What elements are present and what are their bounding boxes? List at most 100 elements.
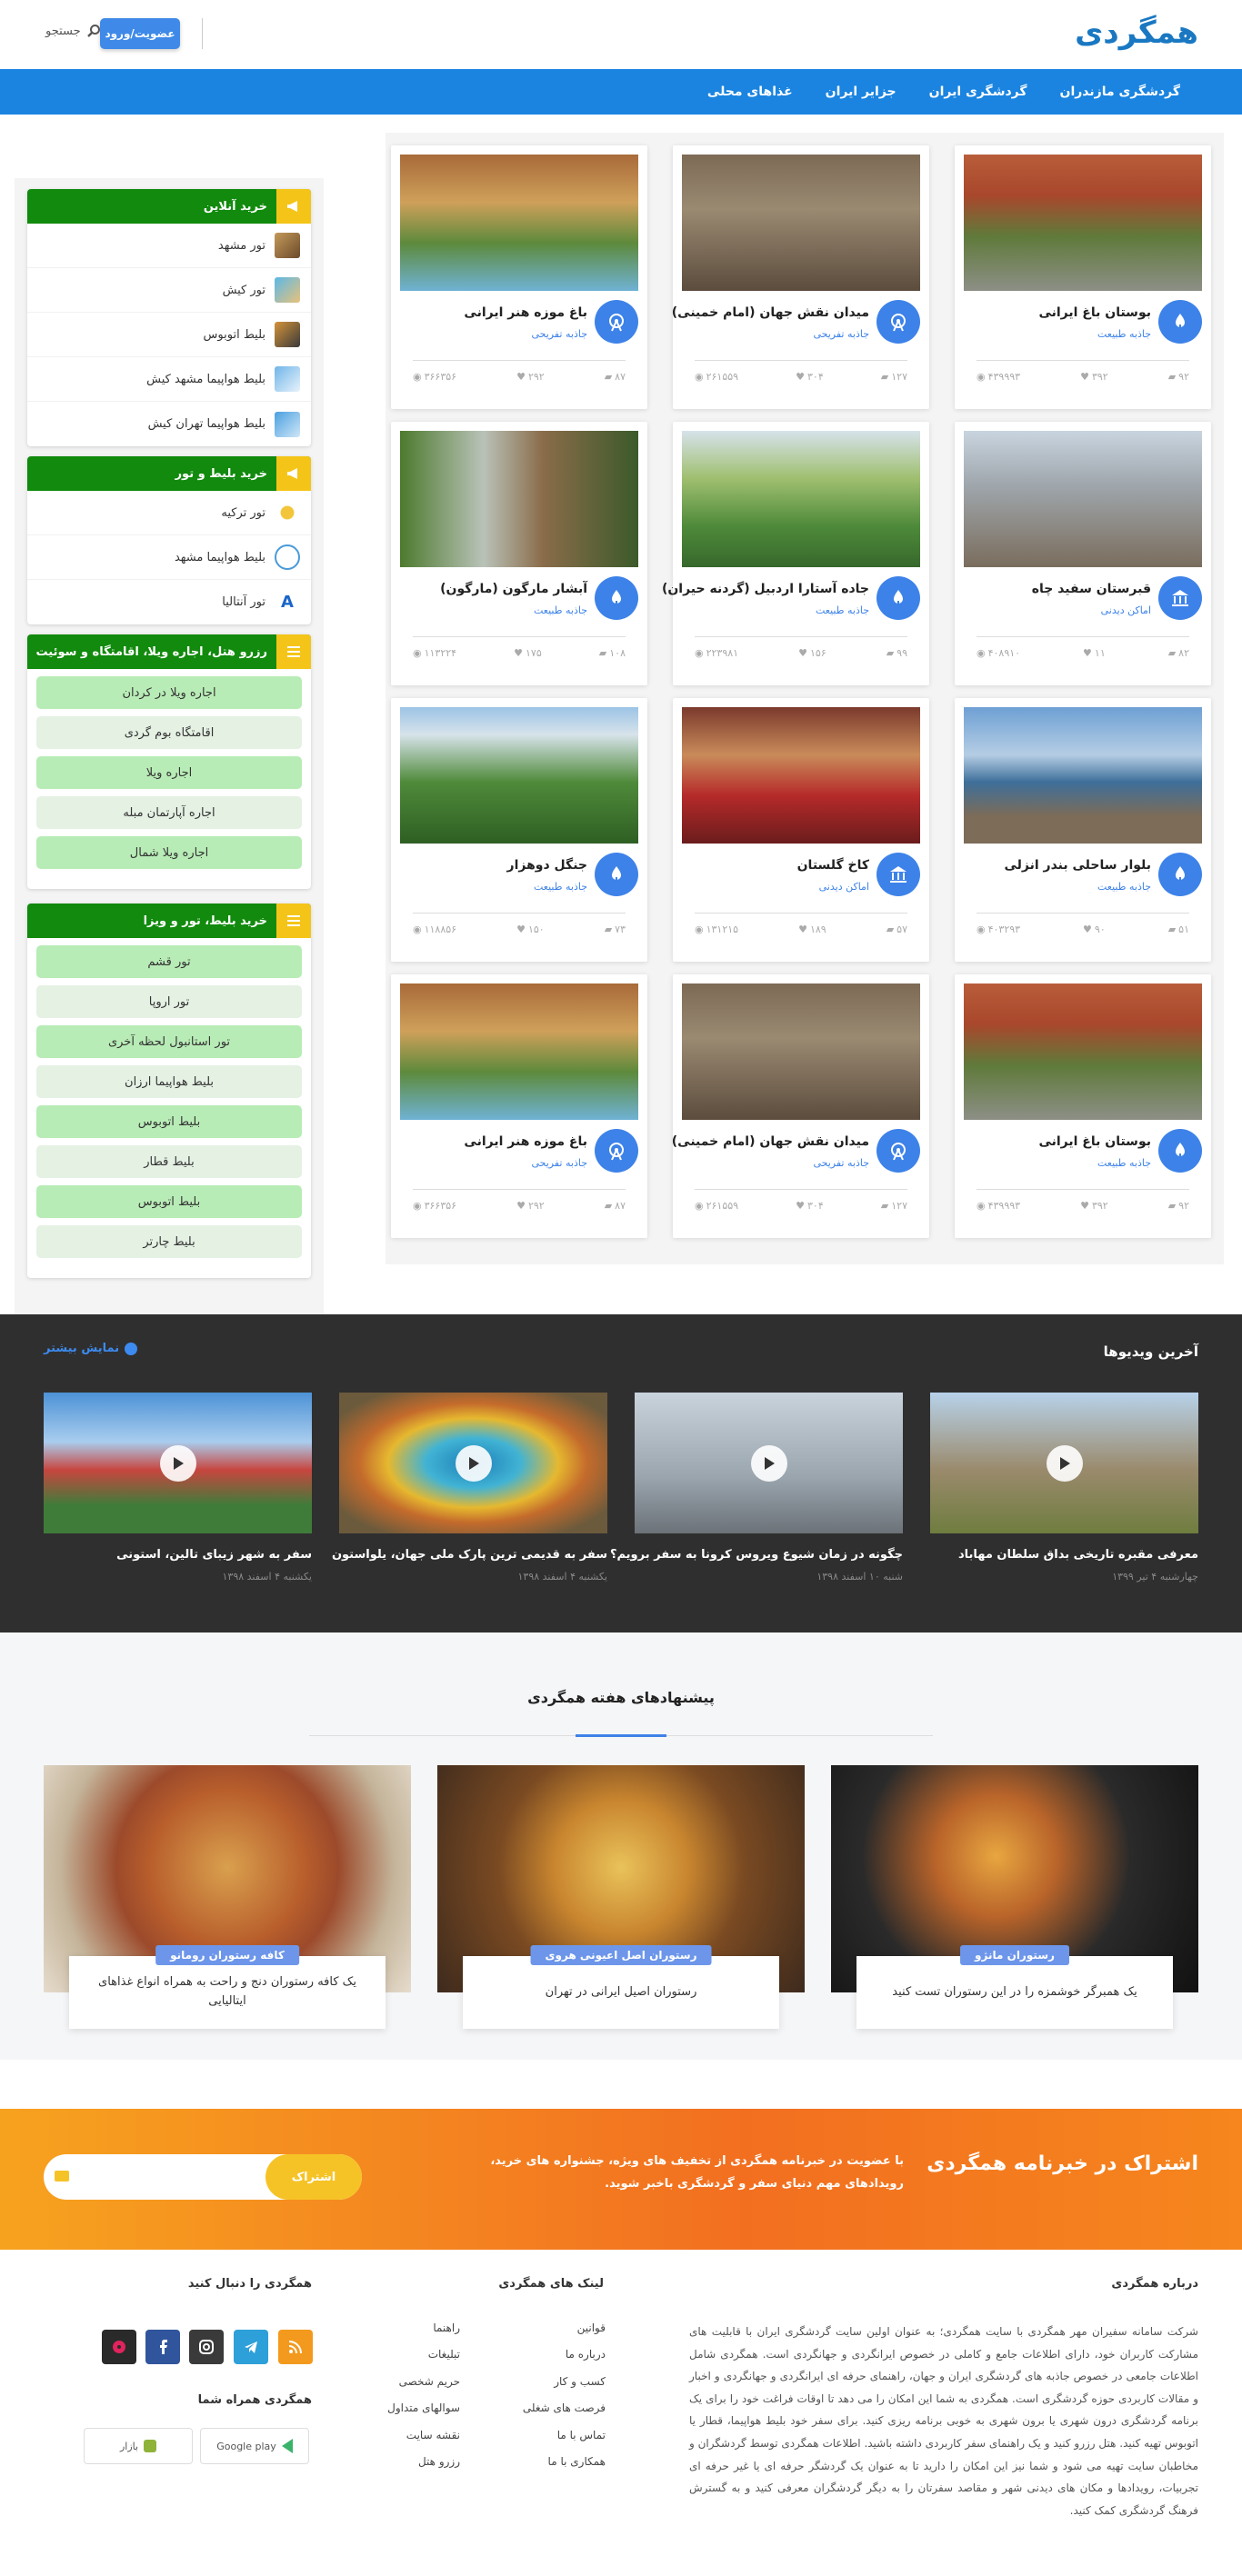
attraction-card[interactable]: بوستان باغ ایرانی جاذبه طبیعت ◉ ۴۳۹۹۹۳ ♥ ۳۹۲ ▰… [955, 145, 1211, 409]
attraction-category: جاذبه طبیعت [1097, 328, 1151, 340]
footer-link[interactable]: تماس با ما [523, 2422, 606, 2449]
footer-link[interactable]: کسب و کار [523, 2369, 606, 2395]
likes-stat[interactable]: ♥ ۱۸۹ [798, 924, 826, 935]
suggestion-card[interactable]: رستوران اصیل ایرانی در تهران رستوران اصل… [437, 1765, 805, 2029]
panel-link[interactable]: تور کیش [27, 268, 311, 313]
site-logo[interactable]: همگردی [1075, 15, 1200, 51]
attraction-card[interactable]: قبرستان سفید چاه اماکن دیدنی ◉ ۴۰۸۹۱۰ ♥ ۱۱ ▰ ۸۲ [955, 422, 1211, 685]
panel-link[interactable]: بلیط هواپیما مشهد کیش [27, 357, 311, 402]
likes-count: ۱۸۹ [809, 924, 826, 935]
footer-link[interactable]: نقشه سایت [387, 2422, 460, 2449]
likes-stat[interactable]: ♥ ۹۰ [1083, 924, 1106, 935]
attraction-card[interactable]: بلوار ساحلی بندر انزلی جاذبه طبیعت ◉ ۴۰۳۲۹۳… [955, 698, 1211, 962]
likes-stat[interactable]: ♥ ۱۵۶ [798, 647, 826, 659]
video-date: چهارشنبه ۴ تیر ۱۳۹۹ [1112, 1571, 1198, 1583]
views-count: ۴۳۹۹۹۳ [987, 1200, 1021, 1212]
likes-stat[interactable]: ♥ ۳۰۴ [796, 371, 824, 383]
attraction-category: جاذبه طبیعت [1097, 881, 1151, 893]
footer-link[interactable]: قوانین [523, 2315, 606, 2341]
views-stat: ◉ ۴۳۹۹۹۳ [977, 1200, 1020, 1212]
aparat-icon[interactable] [102, 2330, 136, 2364]
nav-item-islands[interactable]: جزایر ایران [809, 85, 913, 99]
nav-item-mazandaran[interactable]: گردشگری مازندران [1044, 85, 1197, 99]
panel-link[interactable]: A تور آنتالیا [27, 580, 311, 624]
likes-stat[interactable]: ♥ ۳۹۲ [1080, 371, 1108, 383]
footer-link[interactable]: فرصت های شغلی [523, 2395, 606, 2421]
play-icon[interactable] [750, 1444, 787, 1482]
likes-stat[interactable]: ♥ ۱۱ [1083, 647, 1106, 659]
attraction-card[interactable]: باغ موزه هنر ایرانی جاذبه تفریحی ◉ ۳۶۶۳۵۶ ♥ ۲… [391, 974, 647, 1238]
attraction-card[interactable]: میدان نقش جهان (امام خمینی) جاذبه تفریحی ◉… [672, 974, 929, 1238]
footer-link[interactable]: سوالهای متداول [387, 2395, 460, 2421]
panel-title: خرید بلیط، تور و ویزا [143, 914, 267, 928]
facebook-icon[interactable] [145, 2330, 180, 2364]
panel-button[interactable]: اجاره آپارتمان مبله [36, 796, 302, 829]
likes-stat[interactable]: ♥ ۳۰۴ [796, 1200, 824, 1212]
video-card[interactable]: چگونه در زمان شیوع ویروس کرونا به سفر بر… [610, 1393, 903, 1583]
nav-item-iran[interactable]: گردشگری ایران [913, 85, 1044, 99]
footer-link[interactable]: رزرو هتل [387, 2449, 460, 2475]
attraction-card[interactable]: آبشار مارگون (مارگون) جاذبه طبیعت ◉ ۱۱۳۲۲۴ ♥… [391, 422, 647, 685]
footer-link[interactable]: تبلیغات [387, 2341, 460, 2368]
panel-link[interactable]: تور ترکیه [27, 491, 311, 535]
play-icon[interactable] [1046, 1444, 1083, 1482]
bazaar-button[interactable]: بازار [84, 2428, 193, 2464]
likes-stat[interactable]: ♥ ۱۵۰ [516, 924, 545, 935]
card-divider [695, 1189, 907, 1190]
panel-link[interactable]: تور مشهد [27, 224, 311, 268]
google-play-button[interactable]: Google play [200, 2428, 309, 2464]
panel-button[interactable]: تور استانبول لحظه آخری [36, 1025, 302, 1058]
likes-stat[interactable]: ♥ ۲۹۲ [516, 1200, 545, 1212]
rss-icon[interactable] [278, 2330, 313, 2364]
panel-button[interactable]: اجاره ویلا در کردان [36, 676, 302, 709]
panel-link[interactable]: بلیط اتوبوس [27, 313, 311, 357]
panel-link[interactable]: بلیط هواپیما مشهد [27, 535, 311, 580]
panel-button[interactable]: بلیط اتوبوس [36, 1185, 302, 1218]
video-card[interactable]: معرفی مقبره تاریخی بداق سلطان مهاباد چها… [930, 1393, 1198, 1583]
attraction-card[interactable]: کاخ گلستان اماکن دیدنی ◉ ۱۳۱۲۱۵ ♥ ۱۸۹ ▰ ۵۷ [673, 698, 929, 962]
panel-button[interactable]: اجاره ویلا [36, 756, 302, 789]
instagram-icon[interactable] [189, 2330, 224, 2364]
attraction-card[interactable]: میدان نقش جهان (امام خمینی) جاذبه تفریحی ◉… [672, 145, 929, 409]
panel-button[interactable]: بلیط چارتر [36, 1225, 302, 1258]
footer-link[interactable]: درباره ما [523, 2341, 606, 2368]
eye-icon: ◉ [413, 647, 422, 659]
panel-button[interactable]: تور اروپا [36, 985, 302, 1018]
likes-stat[interactable]: ♥ ۱۷۵ [514, 647, 542, 659]
likes-stat[interactable]: ♥ ۳۹۲ [1080, 1200, 1108, 1212]
attraction-category: اماکن دیدنی [1100, 604, 1151, 616]
attraction-card[interactable]: جاده آستارا اردبیل (گردنه حیران) جاذبه طب… [662, 422, 929, 685]
login-button[interactable]: عضویت/ورود [100, 18, 180, 49]
panel-button[interactable]: بلیط اتوبوس [36, 1105, 302, 1138]
videos-title: آخرین ویدیوها [1103, 1343, 1198, 1360]
follow-title-text: همگردی را دنبال کنید [187, 2277, 312, 2291]
suggestion-card[interactable]: یک همبرگر خوشمزه را در این رستوران تست ک… [831, 1765, 1198, 2029]
play-icon[interactable] [159, 1444, 196, 1482]
search-link[interactable]: جستجو [45, 24, 101, 38]
attraction-title: جاده آستارا اردبیل (گردنه حیران) [661, 582, 869, 596]
comments-count: ۵۷ [896, 924, 907, 935]
likes-stat[interactable]: ♥ ۲۹۲ [516, 371, 545, 383]
panel-button[interactable]: تور قشم [36, 945, 302, 978]
panel-button[interactable]: اقامتگاه بوم گردی [36, 716, 302, 749]
panel-button[interactable]: بلیط قطار [36, 1145, 302, 1178]
panel-link[interactable]: بلیط هواپیما تهران کیش [27, 402, 311, 446]
panel-link-label: تور مشهد [217, 238, 265, 253]
footer-link[interactable]: حریم شخصی [387, 2369, 460, 2395]
attraction-card[interactable]: جنگل دوهزار جاذبه طبیعت ◉ ۱۱۸۸۵۶ ♥ ۱۵۰ ▰ ۷۳ [391, 698, 647, 962]
footer-link[interactable]: همکاری با ما [523, 2449, 606, 2475]
panel-button[interactable]: بلیط هواپیما ارزان [36, 1065, 302, 1098]
play-icon[interactable] [455, 1444, 492, 1482]
footer-link[interactable]: راهنما [387, 2315, 460, 2341]
attraction-card[interactable]: بوستان باغ ایرانی جاذبه طبیعت ◉ ۴۳۹۹۹۳ ♥ ۳۹۲ ▰… [955, 974, 1211, 1238]
videos-section: آخرین ویدیوها نمایش بیشتر معرفی مقبره تا… [0, 1314, 1242, 1632]
subscribe-button[interactable]: اشتراک [265, 2154, 362, 2200]
show-more-link[interactable]: نمایش بیشتر [44, 1342, 138, 1355]
suggestion-card[interactable]: یک کافه رستوران دنج و راحت به همراه انوا… [44, 1765, 411, 2029]
panel-button[interactable]: اجاره ویلا شمال [36, 836, 302, 869]
video-card[interactable]: سفر به شهر زیبای تالین، استونی یکشنبه ۴ … [44, 1393, 312, 1583]
telegram-icon[interactable] [234, 2330, 268, 2364]
video-card[interactable]: سفر به قدیمی ترین پارک ملی جهان، یلواستو… [332, 1393, 607, 1583]
attraction-card[interactable]: باغ موزه هنر ایرانی جاذبه تفریحی ◉ ۳۶۶۳۵۶ ♥ ۲… [391, 145, 647, 409]
nav-item-food[interactable]: غذاهای محلی [691, 85, 809, 99]
